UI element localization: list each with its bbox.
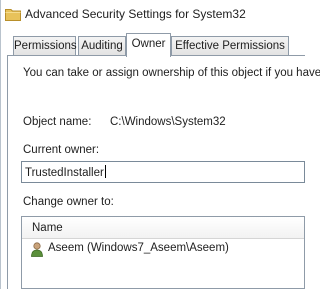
- tab-strip: Permissions Auditing Owner Effective Per…: [1, 32, 305, 57]
- object-name-value: C:\Windows\System32: [110, 116, 226, 128]
- current-owner-field[interactable]: TrustedInstaller: [21, 161, 305, 183]
- list-item-label: Aseem (Windows7_Aseem\Aseem): [48, 242, 229, 254]
- tab-auditing[interactable]: Auditing: [78, 36, 126, 56]
- owner-intro-text: You can take or assign ownership of this…: [23, 67, 320, 79]
- folder-icon: [5, 7, 21, 21]
- tab-permissions[interactable]: Permissions: [13, 36, 77, 56]
- title-bar: Advanced Security Settings for System32: [1, 0, 305, 32]
- security-settings-window: Advanced Security Settings for System32 …: [0, 0, 320, 289]
- user-icon: [30, 241, 44, 257]
- tab-owner[interactable]: Owner: [126, 33, 171, 57]
- object-name-label: Object name:: [23, 116, 92, 128]
- text-caret: [104, 165, 106, 178]
- tab-effective-permissions[interactable]: Effective Permissions: [171, 36, 289, 56]
- current-owner-label: Current owner:: [23, 144, 100, 156]
- change-owner-label: Change owner to:: [23, 196, 114, 208]
- change-owner-list[interactable]: Name Aseem (Windows7_Aseem\Aseem): [21, 216, 305, 289]
- list-header-name[interactable]: Name: [22, 217, 304, 239]
- list-item[interactable]: Aseem (Windows7_Aseem\Aseem): [22, 239, 304, 259]
- list-header-label: Name: [32, 222, 63, 234]
- current-owner-value: TrustedInstaller: [25, 167, 104, 179]
- window-title: Advanced Security Settings for System32: [25, 7, 246, 21]
